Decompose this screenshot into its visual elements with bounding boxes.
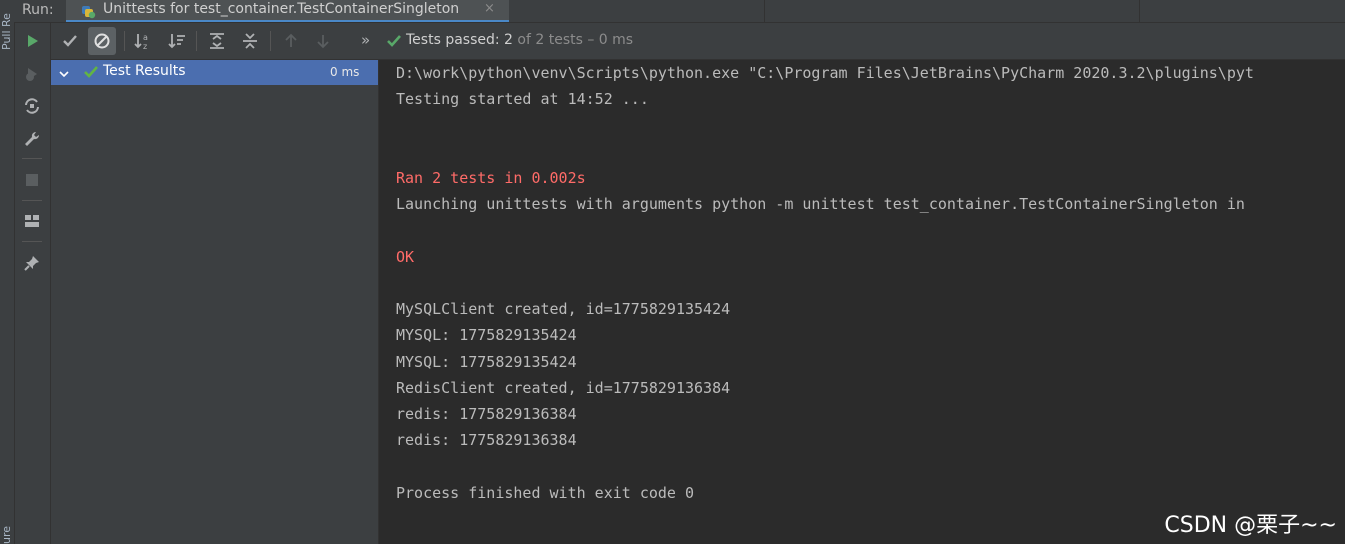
status-count: 2 — [504, 32, 513, 48]
close-tab-icon[interactable]: × — [484, 0, 495, 20]
csdn-watermark: CSDN @栗子~~ — [1164, 513, 1337, 538]
show-ignored-icon[interactable] — [89, 28, 115, 54]
svg-text:a: a — [143, 33, 148, 42]
toggle-auto-test-icon[interactable] — [20, 94, 44, 118]
console-line: OK — [396, 248, 415, 266]
previous-failed-test-icon[interactable] — [278, 28, 304, 54]
stop-icon[interactable] — [20, 168, 44, 192]
console-line: MYSQL: 1775829135424 — [396, 353, 577, 371]
toolbar-separator — [124, 31, 125, 51]
console-line: Testing started at 14:52 ... — [396, 90, 649, 108]
run-tab-title: Unittests for test_container.TestContain… — [103, 1, 460, 17]
python-test-icon — [80, 3, 96, 19]
console-line: Launching unittests with arguments pytho… — [396, 195, 1245, 213]
toolbar-separator — [22, 158, 42, 159]
status-suffix: of 2 tests – 0 ms — [517, 32, 634, 48]
side-tool-strip — [0, 0, 15, 544]
tests-passed-check-icon — [386, 33, 402, 49]
toolbar-separator — [22, 200, 42, 201]
sort-alphabetically-icon[interactable]: az — [130, 28, 156, 54]
tab-divider — [1139, 0, 1140, 22]
test-results-tree — [51, 60, 379, 544]
tree-root-duration: 0 ms — [330, 65, 360, 79]
console-line: redis: 1775829136384 — [396, 405, 577, 423]
structure-tool-label[interactable]: ure — [0, 520, 14, 544]
chevron-down-icon[interactable] — [58, 65, 70, 78]
passed-check-icon — [83, 64, 99, 80]
status-prefix: Tests passed: — [406, 32, 500, 48]
expand-all-icon[interactable] — [204, 28, 230, 54]
pull-requests-tool-label[interactable]: Pull Re — [0, 0, 14, 50]
console-line: Ran 2 tests in 0.002s — [396, 169, 586, 187]
pin-icon[interactable] — [20, 251, 44, 275]
rerun-icon[interactable] — [20, 29, 44, 53]
svg-text:z: z — [143, 42, 147, 51]
toolbar-separator — [22, 241, 42, 242]
console-line: MySQLClient created, id=1775829135424 — [396, 300, 731, 318]
test-results-root-row[interactable] — [51, 60, 378, 85]
rerun-failed-tests-icon[interactable] — [20, 62, 44, 86]
collapse-all-icon[interactable] — [237, 28, 263, 54]
test-status-text: Tests passed: 2 of 2 tests – 0 ms — [406, 32, 633, 48]
console-line: MYSQL: 1775829135424 — [396, 326, 577, 344]
layout-icon[interactable] — [20, 209, 44, 233]
console-line: D:\work\python\venv\Scripts\python.exe "… — [396, 64, 1254, 82]
show-passed-icon[interactable] — [57, 28, 83, 54]
more-actions-icon[interactable]: » — [361, 31, 370, 49]
console-line: Process finished with exit code 0 — [396, 484, 695, 502]
wrench-icon[interactable] — [20, 127, 44, 151]
tab-divider — [764, 0, 765, 22]
sort-by-duration-icon[interactable] — [164, 28, 190, 54]
next-failed-test-icon[interactable] — [310, 28, 336, 54]
run-label: Run: — [22, 2, 54, 18]
toolbar-separator — [270, 31, 271, 51]
console-line: redis: 1775829136384 — [396, 431, 577, 449]
console-line: RedisClient created, id=1775829136384 — [396, 379, 731, 397]
toolbar-separator — [196, 31, 197, 51]
tree-root-label: Test Results — [103, 63, 186, 79]
